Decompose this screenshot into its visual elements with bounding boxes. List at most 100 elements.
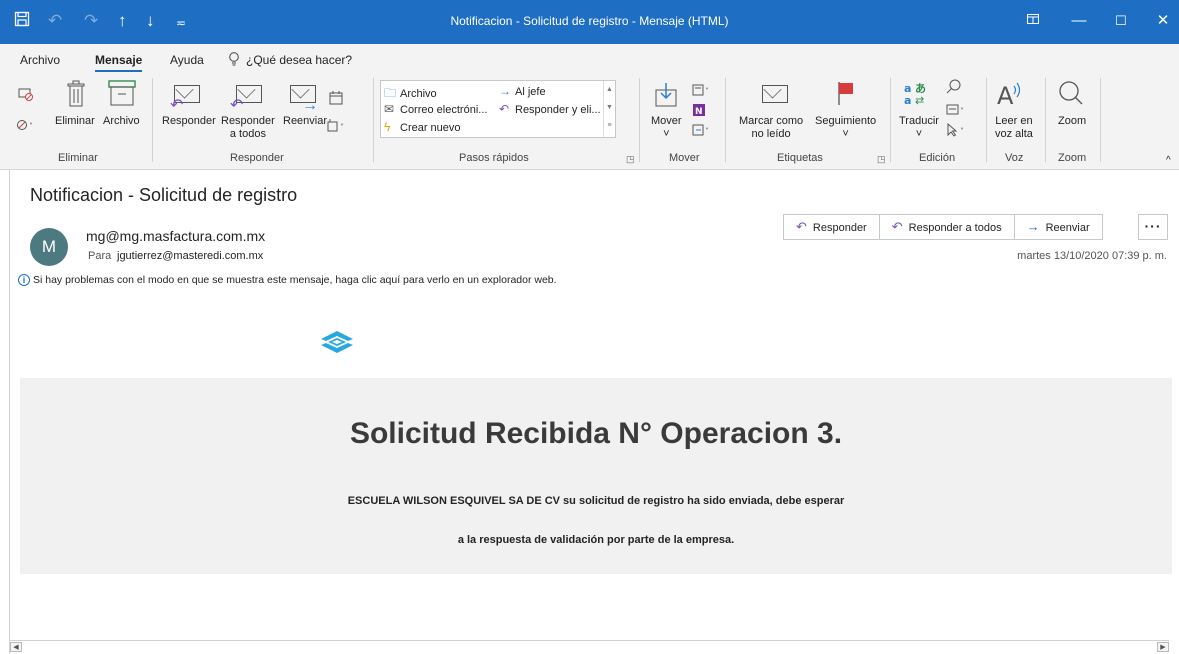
move-button[interactable]: Mover ˅ [651, 115, 682, 141]
group-separator [725, 78, 726, 162]
dialog-launcher-icon[interactable]: ◳ [626, 154, 635, 165]
scroll-right-icon[interactable]: ▶ [1157, 642, 1169, 652]
minimize-icon[interactable]: — [1064, 10, 1094, 32]
archive-button[interactable]: Archivo [103, 115, 140, 128]
read-aloud-button[interactable]: Leer en voz alta [995, 115, 1033, 141]
reply-action-button[interactable]: ↶ Responder [784, 215, 880, 239]
message-subject: Notificacion - Solicitud de registro [30, 185, 298, 205]
reply-all-label-1: Responder [221, 115, 275, 127]
group-label-responder: Responder [230, 152, 284, 164]
delete-icon[interactable] [66, 80, 86, 113]
group-separator [373, 78, 374, 162]
group-label-etiquetas: Etiquetas [777, 152, 823, 164]
svg-text:˅: ˅ [29, 122, 33, 131]
close-icon[interactable]: ✕ [1148, 10, 1178, 32]
tab-archivo[interactable]: Archivo [20, 53, 60, 67]
meeting-icon[interactable] [329, 88, 343, 112]
actions-icon[interactable]: ˅ [692, 120, 714, 144]
reply-all-button[interactable]: Responder a todos [221, 115, 275, 141]
group-label-eliminar: Eliminar [58, 152, 98, 164]
group-label-mover: Mover [669, 152, 700, 164]
menu-bar: Archivo Mensaje Ayuda ¿Qué desea hacer? [0, 44, 1179, 74]
quickstep-responder-eliminar[interactable]: ↶ Responder y eli... [499, 102, 601, 116]
svg-text:⇄: ⇄ [915, 94, 924, 106]
group-label-voz: Voz [1005, 152, 1024, 164]
body-line-2: a la respuesta de validación por parte d… [457, 534, 735, 546]
message-date: martes 13/10/2020 07:39 p. m. [1017, 250, 1167, 262]
followup-button[interactable]: Seguimiento ˅ [815, 115, 876, 141]
archive-icon[interactable] [108, 80, 136, 111]
body-title: Solicitud Recibida N° Operacion 3. [349, 417, 843, 450]
quickstep-correo[interactable]: ✉ Correo electróni... [384, 102, 487, 116]
ignore-icon[interactable] [18, 84, 34, 108]
translate-button[interactable]: Traducir ˅ [899, 115, 939, 141]
translate-icon[interactable]: a あ a ⇄ [903, 80, 929, 111]
zoom-button[interactable]: Zoom [1058, 115, 1086, 128]
reply-all-label-2: a todos [229, 128, 266, 140]
tell-me-search[interactable]: ¿Qué desea hacer? [246, 53, 352, 67]
group-separator [890, 78, 891, 162]
group-label-pasos-rapidos: Pasos rápidos [459, 152, 529, 164]
zoom-icon[interactable] [1056, 80, 1084, 113]
read-aloud-icon[interactable]: A [996, 80, 1022, 113]
ribbon: ˅ Eliminar Archivo Eliminar ↶ Responder … [0, 74, 1179, 170]
mark-unread-button[interactable]: Marcar como no leído [739, 115, 803, 141]
info-bar[interactable]: i Si hay problemas con el modo en que se … [18, 274, 557, 286]
svg-text:˅: ˅ [705, 127, 709, 136]
quickstep-crear-nuevo[interactable]: ϟ Crear nuevo [384, 120, 461, 134]
reply-button[interactable]: Responder [162, 115, 216, 128]
more-actions-button[interactable]: ··· [1138, 214, 1168, 240]
tab-ayuda[interactable]: Ayuda [170, 53, 204, 67]
group-separator [152, 78, 153, 162]
group-label-edicion: Edición [919, 152, 956, 164]
reply-icon: ↶ [796, 219, 807, 234]
svg-text:A: A [997, 82, 1014, 108]
to-address[interactable]: jgutierrez@masteredi.com.mx [117, 250, 263, 262]
group-separator [1045, 78, 1046, 162]
forward-action-button[interactable]: → Reenviar [1015, 215, 1102, 239]
svg-text:a: a [904, 94, 911, 106]
avatar[interactable]: M [30, 228, 68, 266]
more-respond-icon[interactable]: ˅ [327, 116, 349, 140]
delete-button[interactable]: Eliminar [55, 115, 95, 128]
quickstep-al-jefe[interactable]: → Al jefe [499, 84, 546, 98]
group-separator [986, 78, 987, 162]
flag-icon[interactable] [836, 80, 856, 111]
svg-text:˅: ˅ [960, 107, 964, 116]
message-actions: ↶ Responder ↶ Responder a todos → Reenviar [783, 214, 1103, 240]
reading-pane-border [9, 170, 10, 654]
tab-mensaje[interactable]: Mensaje [95, 53, 143, 72]
dialog-launcher-icon[interactable]: ◳ [877, 154, 886, 165]
ribbon-display-icon[interactable] [1018, 10, 1048, 32]
svg-text:˅: ˅ [340, 123, 344, 132]
svg-text:N: N [695, 107, 703, 117]
info-icon: i [18, 274, 30, 286]
horizontal-scrollbar[interactable]: ◀ ▶ [10, 640, 1169, 652]
info-text: Si hay problemas con el modo en que se m… [33, 274, 557, 286]
to-label: Para [88, 250, 112, 262]
collapse-ribbon-icon[interactable]: ^ [1166, 154, 1171, 167]
group-separator [639, 78, 640, 162]
maximize-icon[interactable]: ☐ [1106, 10, 1136, 32]
company-logo [320, 330, 354, 354]
reply-all-action-button[interactable]: ↶ Responder a todos [880, 215, 1015, 239]
forward-icon: → [1026, 219, 1040, 234]
reply-all-icon: ↶ [891, 219, 903, 234]
title-bar: ↶ ↷ ↑ ↓ ≂ Notificacion - Solicitud de re… [0, 0, 1179, 44]
svg-text:˅: ˅ [705, 87, 709, 96]
sender-address[interactable]: mg@mg.masfactura.com.mx [86, 228, 265, 244]
quick-steps-gallery: 🗀 Archivo → Al jefe ✉ Correo electróni... ↶… [380, 80, 616, 138]
group-separator [1100, 78, 1101, 162]
quicksteps-scroll[interactable]: ▲ ▼ ≡ [603, 81, 615, 137]
scroll-left-icon[interactable]: ◀ [10, 642, 22, 652]
forward-button[interactable]: Reenviar [283, 115, 327, 128]
select-icon[interactable]: ˅ [946, 120, 968, 144]
mark-unread-icon[interactable] [762, 85, 788, 103]
find-icon[interactable] [946, 78, 962, 102]
lightbulb-icon [228, 52, 240, 69]
window-title: Notificacion - Solicitud de registro - M… [450, 14, 729, 28]
body-line-1: ESCUELA WILSON ESQUIVEL SA DE CV su soli… [347, 495, 845, 507]
move-icon[interactable] [654, 82, 680, 113]
cleanup-icon[interactable]: ˅ [16, 116, 38, 140]
group-label-zoom: Zoom [1058, 152, 1087, 164]
